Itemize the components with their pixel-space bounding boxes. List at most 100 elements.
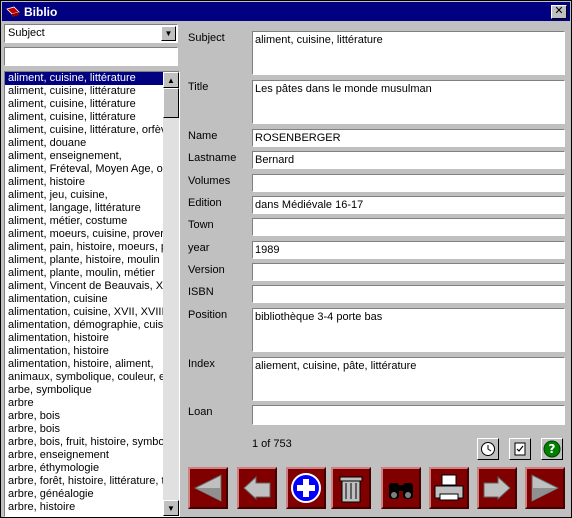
list-item[interactable]: aliment, cuisine, littérature, orfèvr — [5, 124, 164, 137]
chevron-down-icon[interactable]: ▼ — [161, 26, 176, 41]
list-item[interactable]: aliment, douane — [5, 137, 164, 150]
add-icon — [291, 473, 321, 503]
list-item[interactable]: alimentation, histoire — [5, 332, 164, 345]
title-label: Title — [188, 81, 209, 93]
clock-button[interactable] — [477, 438, 499, 460]
list-item[interactable]: aliment, cuisine, littérature — [5, 111, 164, 124]
town-label: Town — [188, 219, 214, 231]
town-field[interactable] — [252, 218, 565, 236]
list-item[interactable]: arbre, histoire — [5, 501, 164, 514]
help-icon: ? — [543, 440, 561, 458]
lastname-field[interactable]: Bernard — [252, 151, 565, 169]
svg-text:?: ? — [549, 442, 556, 456]
checklist-button[interactable] — [509, 438, 531, 460]
close-icon: ✕ — [554, 5, 564, 17]
list-item[interactable]: alimentation, histoire — [5, 345, 164, 358]
clock-icon — [481, 442, 495, 456]
year-label: year — [188, 242, 210, 254]
volumes-field[interactable] — [252, 174, 565, 192]
index-label: Index — [188, 358, 215, 370]
list-scrollbar[interactable]: ▲ ▼ — [163, 72, 179, 516]
list-item[interactable]: arbre — [5, 397, 164, 410]
search-input[interactable] — [4, 47, 178, 66]
subject-label: Subject — [188, 32, 225, 44]
next-record-icon — [483, 475, 511, 501]
list-item[interactable]: aliment, enseignement, — [5, 150, 164, 163]
list-item[interactable]: aliment, cuisine, littérature — [5, 85, 164, 98]
last-record-icon — [531, 474, 560, 502]
isbn-label: ISBN — [188, 286, 214, 298]
list-item[interactable]: aliment, Vincent de Beauvais, XII — [5, 280, 164, 293]
list-item[interactable]: alimentation, cuisine, XVII, XVIIIe — [5, 306, 164, 319]
record-counter: 1 of 753 — [252, 438, 292, 450]
list-item[interactable]: alimentation, cuisine — [5, 293, 164, 306]
next-record-button[interactable] — [477, 467, 517, 509]
list-item[interactable]: aliment, Fréteval, Moyen Age, ou — [5, 163, 164, 176]
delete-record-button[interactable] — [331, 467, 371, 509]
list-item[interactable]: aliment, plante, moulin, métier — [5, 267, 164, 280]
list-item[interactable]: aliment, cuisine, littérature — [5, 98, 164, 111]
isbn-field[interactable] — [252, 285, 565, 303]
last-record-button[interactable] — [525, 467, 565, 509]
list-item[interactable]: aliment, métier, costume — [5, 215, 164, 228]
position-field[interactable]: bibliothèque 3-4 porte bas — [252, 308, 565, 352]
list-item[interactable]: aliment, plante, histoire, moulin — [5, 254, 164, 267]
print-button[interactable] — [429, 467, 469, 509]
title-bar[interactable]: Biblio ✕ — [2, 2, 570, 21]
list-item[interactable]: alimentation, histoire, aliment, — [5, 358, 164, 371]
list-item[interactable]: arbe, symbolique — [5, 384, 164, 397]
first-record-button[interactable] — [188, 467, 228, 509]
position-label: Position — [188, 309, 228, 321]
list-item[interactable]: arbre, bois, fruit, histoire, symbolic — [5, 436, 164, 449]
add-record-button[interactable] — [286, 467, 326, 509]
subject-field[interactable]: aliment, cuisine, littérature — [252, 31, 565, 75]
name-field[interactable]: ROSENBERGER — [252, 129, 565, 147]
window-title: Biblio — [24, 4, 58, 19]
list-item[interactable]: aliment, jeu, cuisine, — [5, 189, 164, 202]
field-selector-combo[interactable]: Subject ▼ — [4, 24, 178, 43]
index-field[interactable]: aliement, cuisine, pâte, littérature — [252, 357, 565, 401]
previous-record-icon — [243, 475, 271, 501]
edition-label: Edition — [188, 197, 222, 209]
scroll-thumb[interactable] — [163, 88, 179, 118]
list-item[interactable]: arbre, généalogie — [5, 488, 164, 501]
lastname-label: Lastname — [188, 152, 237, 164]
list-item[interactable]: arbre, enseignement — [5, 449, 164, 462]
list-item[interactable]: aliment, cuisine, littérature — [5, 72, 164, 85]
version-label: Version — [188, 264, 225, 276]
year-field[interactable]: 1989 — [252, 241, 565, 259]
search-record-button[interactable] — [381, 467, 421, 509]
checklist-icon — [514, 442, 526, 456]
volumes-label: Volumes — [188, 175, 231, 187]
trash-icon — [339, 476, 363, 503]
subject-list-items: aliment, cuisine, littérature aliment, cu… — [5, 72, 164, 516]
list-item[interactable]: arbre, bois — [5, 423, 164, 436]
version-field[interactable] — [252, 263, 565, 281]
app-icon — [6, 5, 20, 19]
subject-list[interactable]: aliment, cuisine, littérature aliment, cu… — [4, 71, 180, 517]
list-item[interactable]: aliment, pain, histoire, moeurs, pr — [5, 241, 164, 254]
name-label: Name — [188, 130, 218, 142]
list-item[interactable]: aliment, langage, littérature — [5, 202, 164, 215]
first-record-icon — [193, 474, 222, 502]
list-item[interactable]: arbre, bois — [5, 410, 164, 423]
loan-label: Loan — [188, 406, 213, 418]
title-field[interactable]: Les pâtes dans le monde musulman — [252, 80, 565, 124]
list-item[interactable]: animaux, symbolique, couleur, ex — [5, 371, 164, 384]
printer-icon — [434, 474, 464, 501]
list-item[interactable]: arbre, forêt, histoire, littérature, ta — [5, 475, 164, 488]
edition-field[interactable]: dans Médiévale 16-17 — [252, 196, 565, 214]
previous-record-button[interactable] — [237, 467, 277, 509]
list-item[interactable]: arbre, éthymologie — [5, 462, 164, 475]
loan-field[interactable] — [252, 405, 565, 425]
help-button[interactable]: ? — [541, 438, 563, 460]
biblio-window: Biblio ✕ Subject ▼ aliment, cuisine, lit… — [0, 0, 572, 518]
binoculars-icon — [389, 483, 413, 499]
scroll-up-icon[interactable]: ▲ — [163, 72, 179, 88]
close-button[interactable]: ✕ — [551, 4, 567, 19]
field-selector-value: Subject — [8, 27, 45, 39]
list-item[interactable]: aliment, moeurs, cuisine, proverbe — [5, 228, 164, 241]
list-item[interactable]: alimentation, démographie, cuisin — [5, 319, 164, 332]
scroll-down-icon[interactable]: ▼ — [163, 500, 179, 516]
list-item[interactable]: aliment, histoire — [5, 176, 164, 189]
